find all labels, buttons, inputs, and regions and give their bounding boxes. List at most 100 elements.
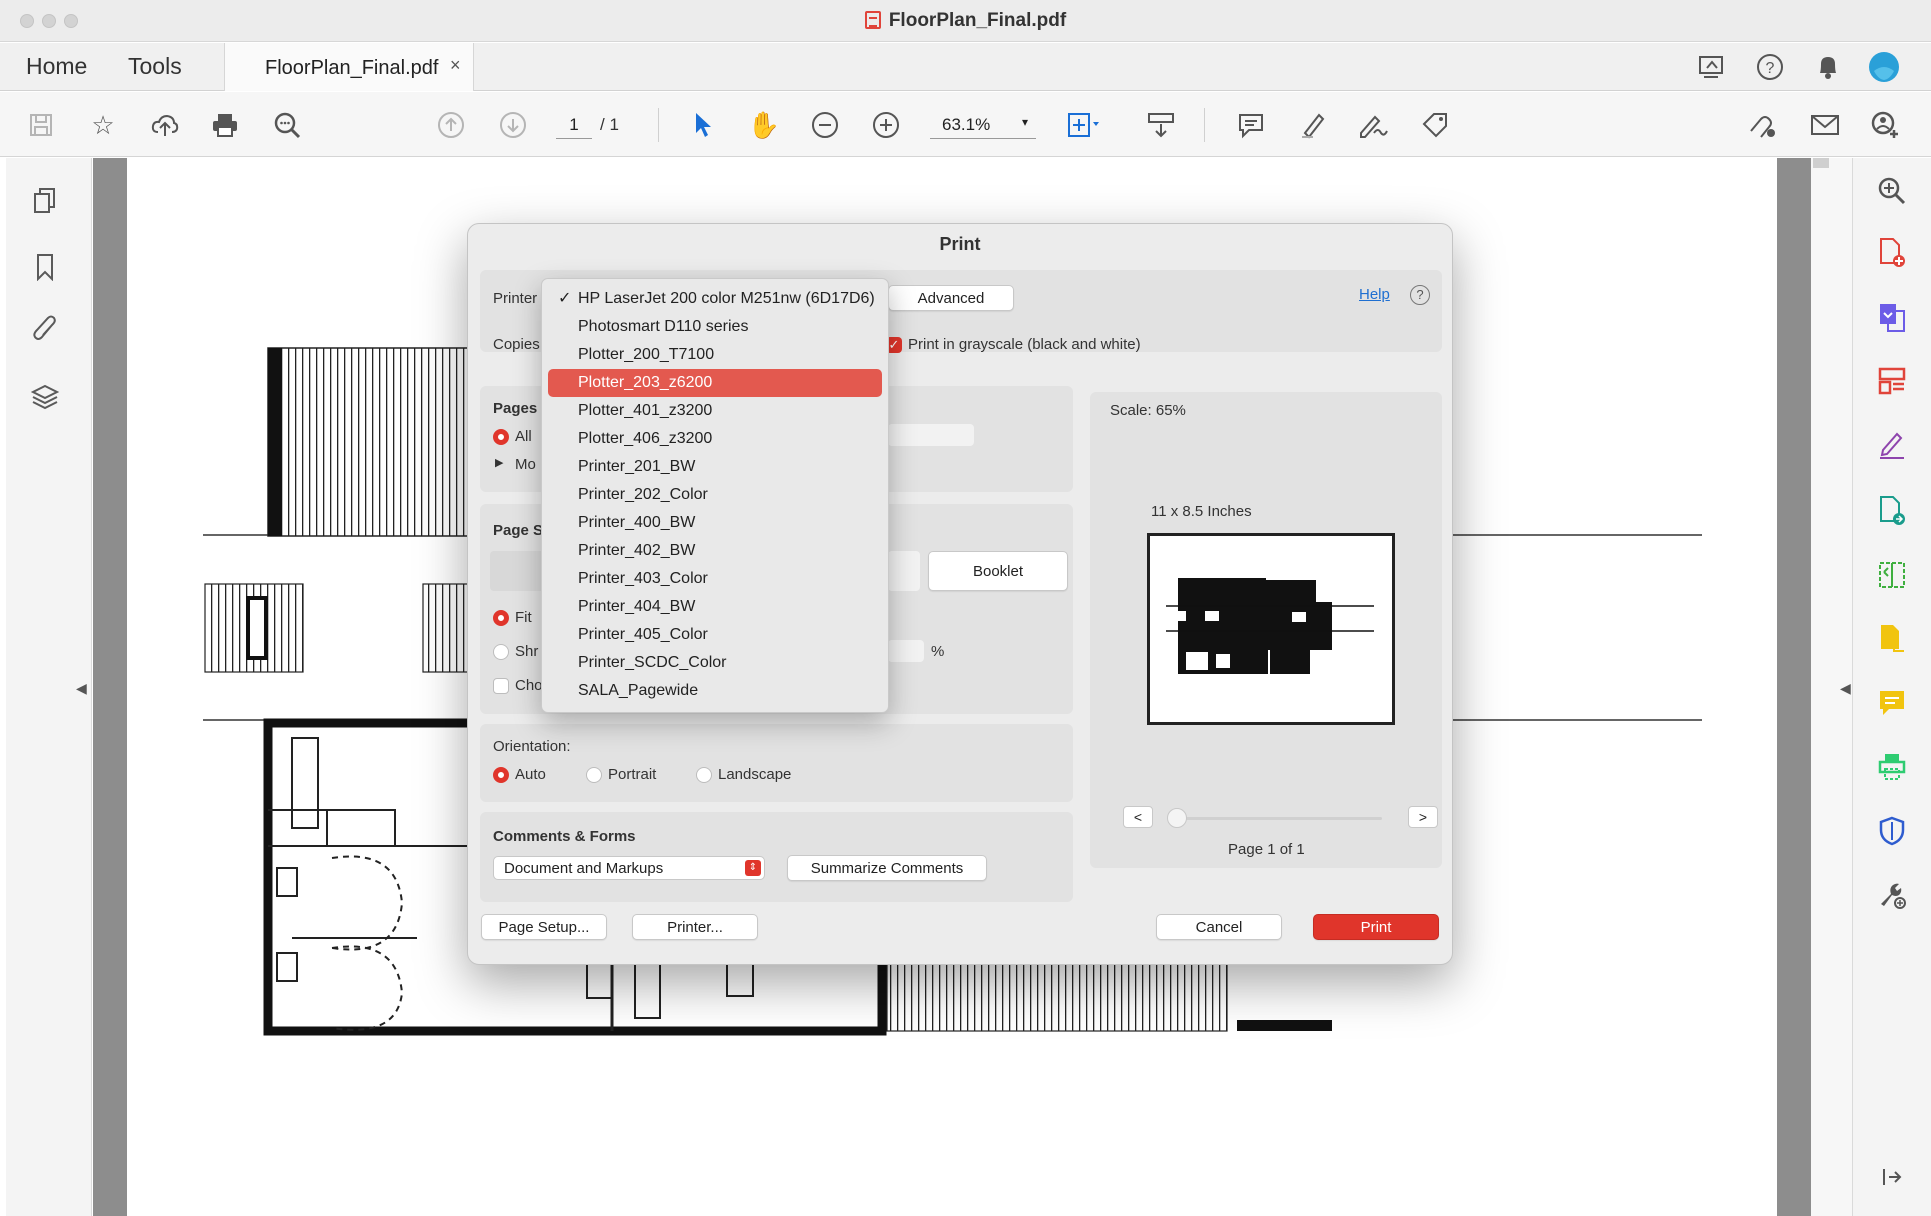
highlight-pen-icon[interactable] <box>1294 106 1332 144</box>
sign-icon[interactable] <box>1354 106 1392 144</box>
close-tab-icon[interactable]: × <box>450 55 461 76</box>
printer-menu-item[interactable]: Printer_405_Color <box>548 621 882 649</box>
printer-menu-item[interactable]: Printer_404_BW <box>548 593 882 621</box>
notifications-bell-icon[interactable] <box>1812 51 1844 83</box>
cancel-button[interactable]: Cancel <box>1156 914 1282 940</box>
more-tools-wrench-icon[interactable] <box>1873 876 1911 914</box>
layers-icon[interactable] <box>28 380 62 414</box>
printer-menu-item[interactable]: ✓ HP LaserJet 200 color M251nw (6D17D6) <box>548 285 882 313</box>
printer-menu-item[interactable]: Plotter_401_z3200 <box>548 397 882 425</box>
add-user-icon[interactable] <box>1866 106 1904 144</box>
help-question-icon[interactable]: ? <box>1410 285 1430 305</box>
combine-files-icon[interactable] <box>1873 620 1911 658</box>
edit-pdf-icon[interactable] <box>1873 492 1911 530</box>
page-setup-button[interactable]: Page Setup... <box>481 914 607 940</box>
printer-menu-item[interactable]: SALA_Pagewide <box>548 677 882 705</box>
preview-prev-button[interactable]: < <box>1123 806 1153 828</box>
printer-menu-item-label: Plotter_203_z6200 <box>578 374 713 391</box>
collapse-panel-icon[interactable] <box>1873 1158 1911 1196</box>
email-icon[interactable] <box>1806 106 1844 144</box>
printer-menu-item-label: Printer_202_Color <box>578 486 708 503</box>
custom-scale-field[interactable] <box>888 640 924 662</box>
hand-tool-icon[interactable]: ✋ <box>745 106 783 144</box>
printer-menu-item[interactable]: Printer_402_BW <box>548 537 882 565</box>
previous-page-icon[interactable] <box>432 106 470 144</box>
more-options-disclosure-icon[interactable]: ▶ <box>495 456 503 469</box>
orientation-portrait-radio[interactable] <box>586 767 602 783</box>
orientation-auto-label: Auto <box>515 766 546 783</box>
save-icon[interactable] <box>22 106 60 144</box>
booklet-button[interactable]: Booklet <box>928 551 1068 591</box>
printer-menu-item[interactable]: Plotter_200_T7100 <box>548 341 882 369</box>
fit-page-icon[interactable] <box>1064 106 1102 144</box>
printer-menu-item[interactable]: Printer_201_BW <box>548 453 882 481</box>
create-pdf-icon[interactable] <box>1873 234 1911 272</box>
right-tools-panel <box>1852 158 1931 1216</box>
scroll-mode-icon[interactable] <box>1142 106 1180 144</box>
collapse-left-panel-icon[interactable]: ◀ <box>76 680 87 697</box>
pages-all-radio[interactable] <box>493 429 509 445</box>
nav-home[interactable]: Home <box>26 53 87 80</box>
export-pdf-icon[interactable] <box>1873 298 1911 336</box>
nav-tools[interactable]: Tools <box>128 53 182 80</box>
tag-edit-icon[interactable] <box>1416 106 1454 144</box>
scrollbar-thumb[interactable] <box>1813 158 1829 168</box>
search-icon[interactable] <box>268 106 306 144</box>
printer-menu-item-label: Plotter_401_z3200 <box>578 402 713 419</box>
printer-menu-item[interactable]: Printer_400_BW <box>548 509 882 537</box>
user-avatar[interactable] <box>1868 51 1900 83</box>
printer-menu-item-label: Printer_404_BW <box>578 598 696 615</box>
preview-page-slider-track <box>1182 817 1382 820</box>
document-tab[interactable]: FloorPlan_Final.pdf × <box>224 43 474 91</box>
attachments-paperclip-icon[interactable] <box>28 312 62 346</box>
orientation-auto-radio[interactable] <box>493 767 509 783</box>
help-link[interactable]: Help <box>1359 286 1390 303</box>
compare-files-icon[interactable] <box>1873 556 1911 594</box>
next-page-icon[interactable] <box>494 106 532 144</box>
printer-button[interactable]: Printer... <box>632 914 758 940</box>
window-titlebar: FloorPlan_Final.pdf <box>0 0 1931 42</box>
print-icon[interactable] <box>206 106 244 144</box>
fit-radio[interactable] <box>493 610 509 626</box>
select-cursor-icon[interactable] <box>684 106 722 144</box>
bookmarks-icon[interactable] <box>28 250 62 284</box>
advanced-button[interactable]: Advanced <box>888 285 1014 311</box>
comments-forms-select[interactable]: Document and Markups ⇕ <box>493 856 765 880</box>
help-icon[interactable]: ? <box>1754 51 1786 83</box>
summarize-comments-button[interactable]: Summarize Comments <box>787 855 987 881</box>
printer-menu-item[interactable]: Plotter_203_z6200 <box>548 369 882 397</box>
comments-forms-value: Document and Markups <box>504 860 664 877</box>
orientation-landscape-radio[interactable] <box>696 767 712 783</box>
orientation-landscape-label: Landscape <box>718 766 792 783</box>
comment-icon[interactable] <box>1232 106 1270 144</box>
printer-menu-item[interactable]: Photosmart D110 series <box>548 313 882 341</box>
orientation-section <box>480 724 1073 802</box>
zoom-level-select[interactable]: 63.1% ▾ <box>930 111 1036 139</box>
collapse-right-panel-icon[interactable]: ◀ <box>1840 680 1851 697</box>
page-thumbnails-icon[interactable] <box>28 184 62 218</box>
preview-next-button[interactable]: > <box>1408 806 1438 828</box>
zoom-search-icon[interactable] <box>1873 172 1911 210</box>
preview-page-slider[interactable] <box>1167 808 1187 828</box>
protect-shield-icon[interactable] <box>1873 812 1911 850</box>
share-link-icon[interactable] <box>1744 106 1782 144</box>
size-mode-button[interactable] <box>888 551 920 591</box>
printer-menu-item[interactable]: Plotter_406_z3200 <box>548 425 882 453</box>
fill-sign-icon[interactable] <box>1873 426 1911 464</box>
more-options-label[interactable]: Mo <box>515 456 536 473</box>
printer-menu-item[interactable]: Printer_SCDC_Color <box>548 649 882 677</box>
choose-source-checkbox[interactable] <box>493 678 509 694</box>
zoom-out-icon[interactable] <box>806 106 844 144</box>
print-production-icon[interactable] <box>1873 748 1911 786</box>
share-screen-icon[interactable] <box>1696 51 1728 83</box>
comment-tool-icon[interactable] <box>1873 684 1911 722</box>
organize-pages-icon[interactable] <box>1873 362 1911 400</box>
shrink-radio[interactable] <box>493 644 509 660</box>
printer-menu-item[interactable]: Printer_403_Color <box>548 565 882 593</box>
page-number-input[interactable]: 1 <box>556 111 592 139</box>
print-button[interactable]: Print <box>1313 914 1439 940</box>
printer-menu-item[interactable]: Printer_202_Color <box>548 481 882 509</box>
bookmark-star-icon[interactable]: ☆ <box>84 106 122 144</box>
upload-cloud-icon[interactable] <box>146 106 184 144</box>
zoom-in-icon[interactable] <box>867 106 905 144</box>
